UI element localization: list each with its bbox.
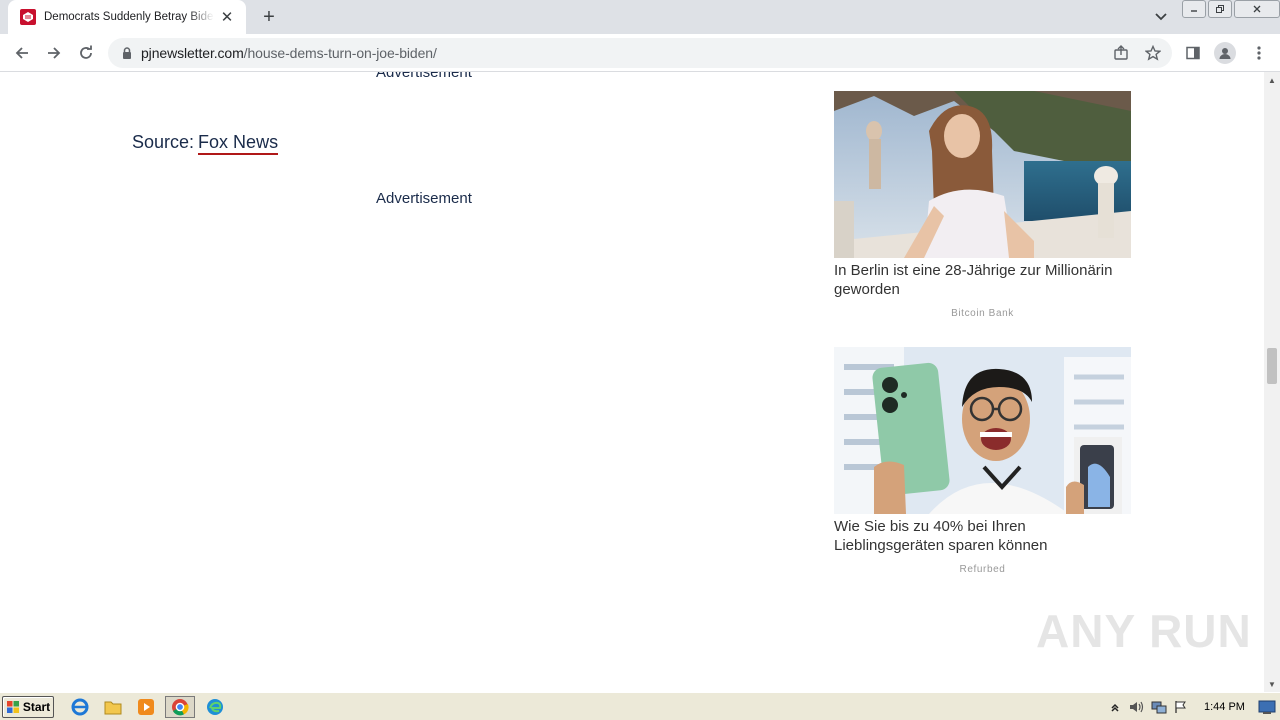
browser-toolbar: pjnewsletter.com/house-dems-turn-on-joe-…: [0, 34, 1280, 72]
share-icon[interactable]: [1112, 44, 1130, 62]
bookmark-star-icon[interactable]: [1144, 44, 1162, 62]
side-panel-icon[interactable]: [1182, 42, 1204, 64]
scroll-down-arrow-icon[interactable]: ▼: [1264, 676, 1280, 692]
close-window-button[interactable]: [1234, 0, 1280, 18]
reload-icon[interactable]: [73, 40, 99, 66]
pjnewsletter-favicon-icon: [20, 9, 36, 25]
card-brand[interactable]: Bitcoin Bank: [834, 308, 1131, 319]
tab-strip: Democrats Suddenly Betray Biden over ✕ +: [0, 0, 1280, 34]
url-domain: pjnewsletter.com: [141, 45, 244, 61]
new-tab-button[interactable]: +: [258, 6, 280, 28]
card-brand[interactable]: Refurbed: [834, 564, 1131, 575]
start-label: Start: [22, 700, 51, 714]
url-text: pjnewsletter.com/house-dems-turn-on-joe-…: [141, 45, 437, 61]
scrollbar-thumb[interactable]: [1267, 348, 1277, 384]
volume-icon[interactable]: [1128, 698, 1146, 716]
woman-on-terrace-photo[interactable]: [834, 91, 1131, 258]
source-link[interactable]: Fox News: [198, 132, 279, 155]
edge-icon[interactable]: [205, 697, 225, 717]
screen: Democrats Suddenly Betray Biden over ✕ +: [0, 0, 1280, 720]
advertisement-label-mid: Advertisement: [376, 190, 472, 207]
network-icon[interactable]: [1150, 698, 1168, 716]
file-explorer-icon[interactable]: [103, 697, 123, 717]
sponsored-card[interactable]: Wie Sie bis zu 40% bei Ihren Lieblingsge…: [834, 347, 1131, 575]
advertisement-label-top: Advertisement: [376, 72, 472, 81]
restore-button[interactable]: [1208, 0, 1232, 18]
window-controls: [1182, 0, 1280, 18]
internet-explorer-icon[interactable]: [70, 697, 90, 717]
url-path: /house-dems-turn-on-joe-biden/: [243, 45, 437, 61]
lock-icon[interactable]: [120, 46, 134, 60]
source-label: Source:: [132, 132, 195, 152]
start-button[interactable]: Start: [2, 696, 54, 718]
system-tray: 1:44 PM: [1106, 696, 1256, 718]
tab-search-chevron-icon[interactable]: [1150, 6, 1172, 28]
scroll-up-arrow-icon[interactable]: ▲: [1264, 72, 1280, 88]
source-line: Source: Fox News: [132, 132, 279, 155]
action-center-flag-icon[interactable]: [1172, 698, 1190, 716]
minimize-button[interactable]: [1182, 0, 1206, 18]
page-scrollbar[interactable]: ▲ ▼: [1264, 72, 1280, 692]
forward-arrow-icon[interactable]: [41, 40, 67, 66]
clock[interactable]: 1:44 PM: [1204, 701, 1245, 713]
tab-close-icon[interactable]: ✕: [218, 8, 236, 26]
taskbar: Start 1:44 PM: [0, 692, 1280, 720]
chrome-taskbar-icon[interactable]: [165, 696, 195, 718]
windows-flag-icon: [6, 700, 20, 714]
page-viewport: Advertisement Source: Fox News Advertisem…: [0, 72, 1264, 692]
show-hidden-icons-icon[interactable]: [1106, 698, 1124, 716]
card-headline[interactable]: In Berlin ist eine 28-Jährige zur Millio…: [834, 261, 1131, 299]
tab-title: Democrats Suddenly Betray Biden over: [44, 11, 214, 23]
man-holding-phones-photo[interactable]: [834, 347, 1131, 514]
back-arrow-icon[interactable]: [9, 40, 35, 66]
address-bar[interactable]: pjnewsletter.com/house-dems-turn-on-joe-…: [108, 38, 1172, 68]
watermark: ANY RUN: [1036, 605, 1252, 657]
menu-kebab-icon[interactable]: [1248, 42, 1270, 64]
media-player-icon[interactable]: [136, 697, 156, 717]
browser-tab[interactable]: Democrats Suddenly Betray Biden over ✕: [8, 0, 246, 34]
card-headline[interactable]: Wie Sie bis zu 40% bei Ihren Lieblingsge…: [834, 517, 1131, 555]
show-desktop-icon[interactable]: [1258, 698, 1276, 716]
sponsored-card[interactable]: In Berlin ist eine 28-Jährige zur Millio…: [834, 91, 1131, 319]
profile-avatar-icon[interactable]: [1214, 42, 1236, 64]
